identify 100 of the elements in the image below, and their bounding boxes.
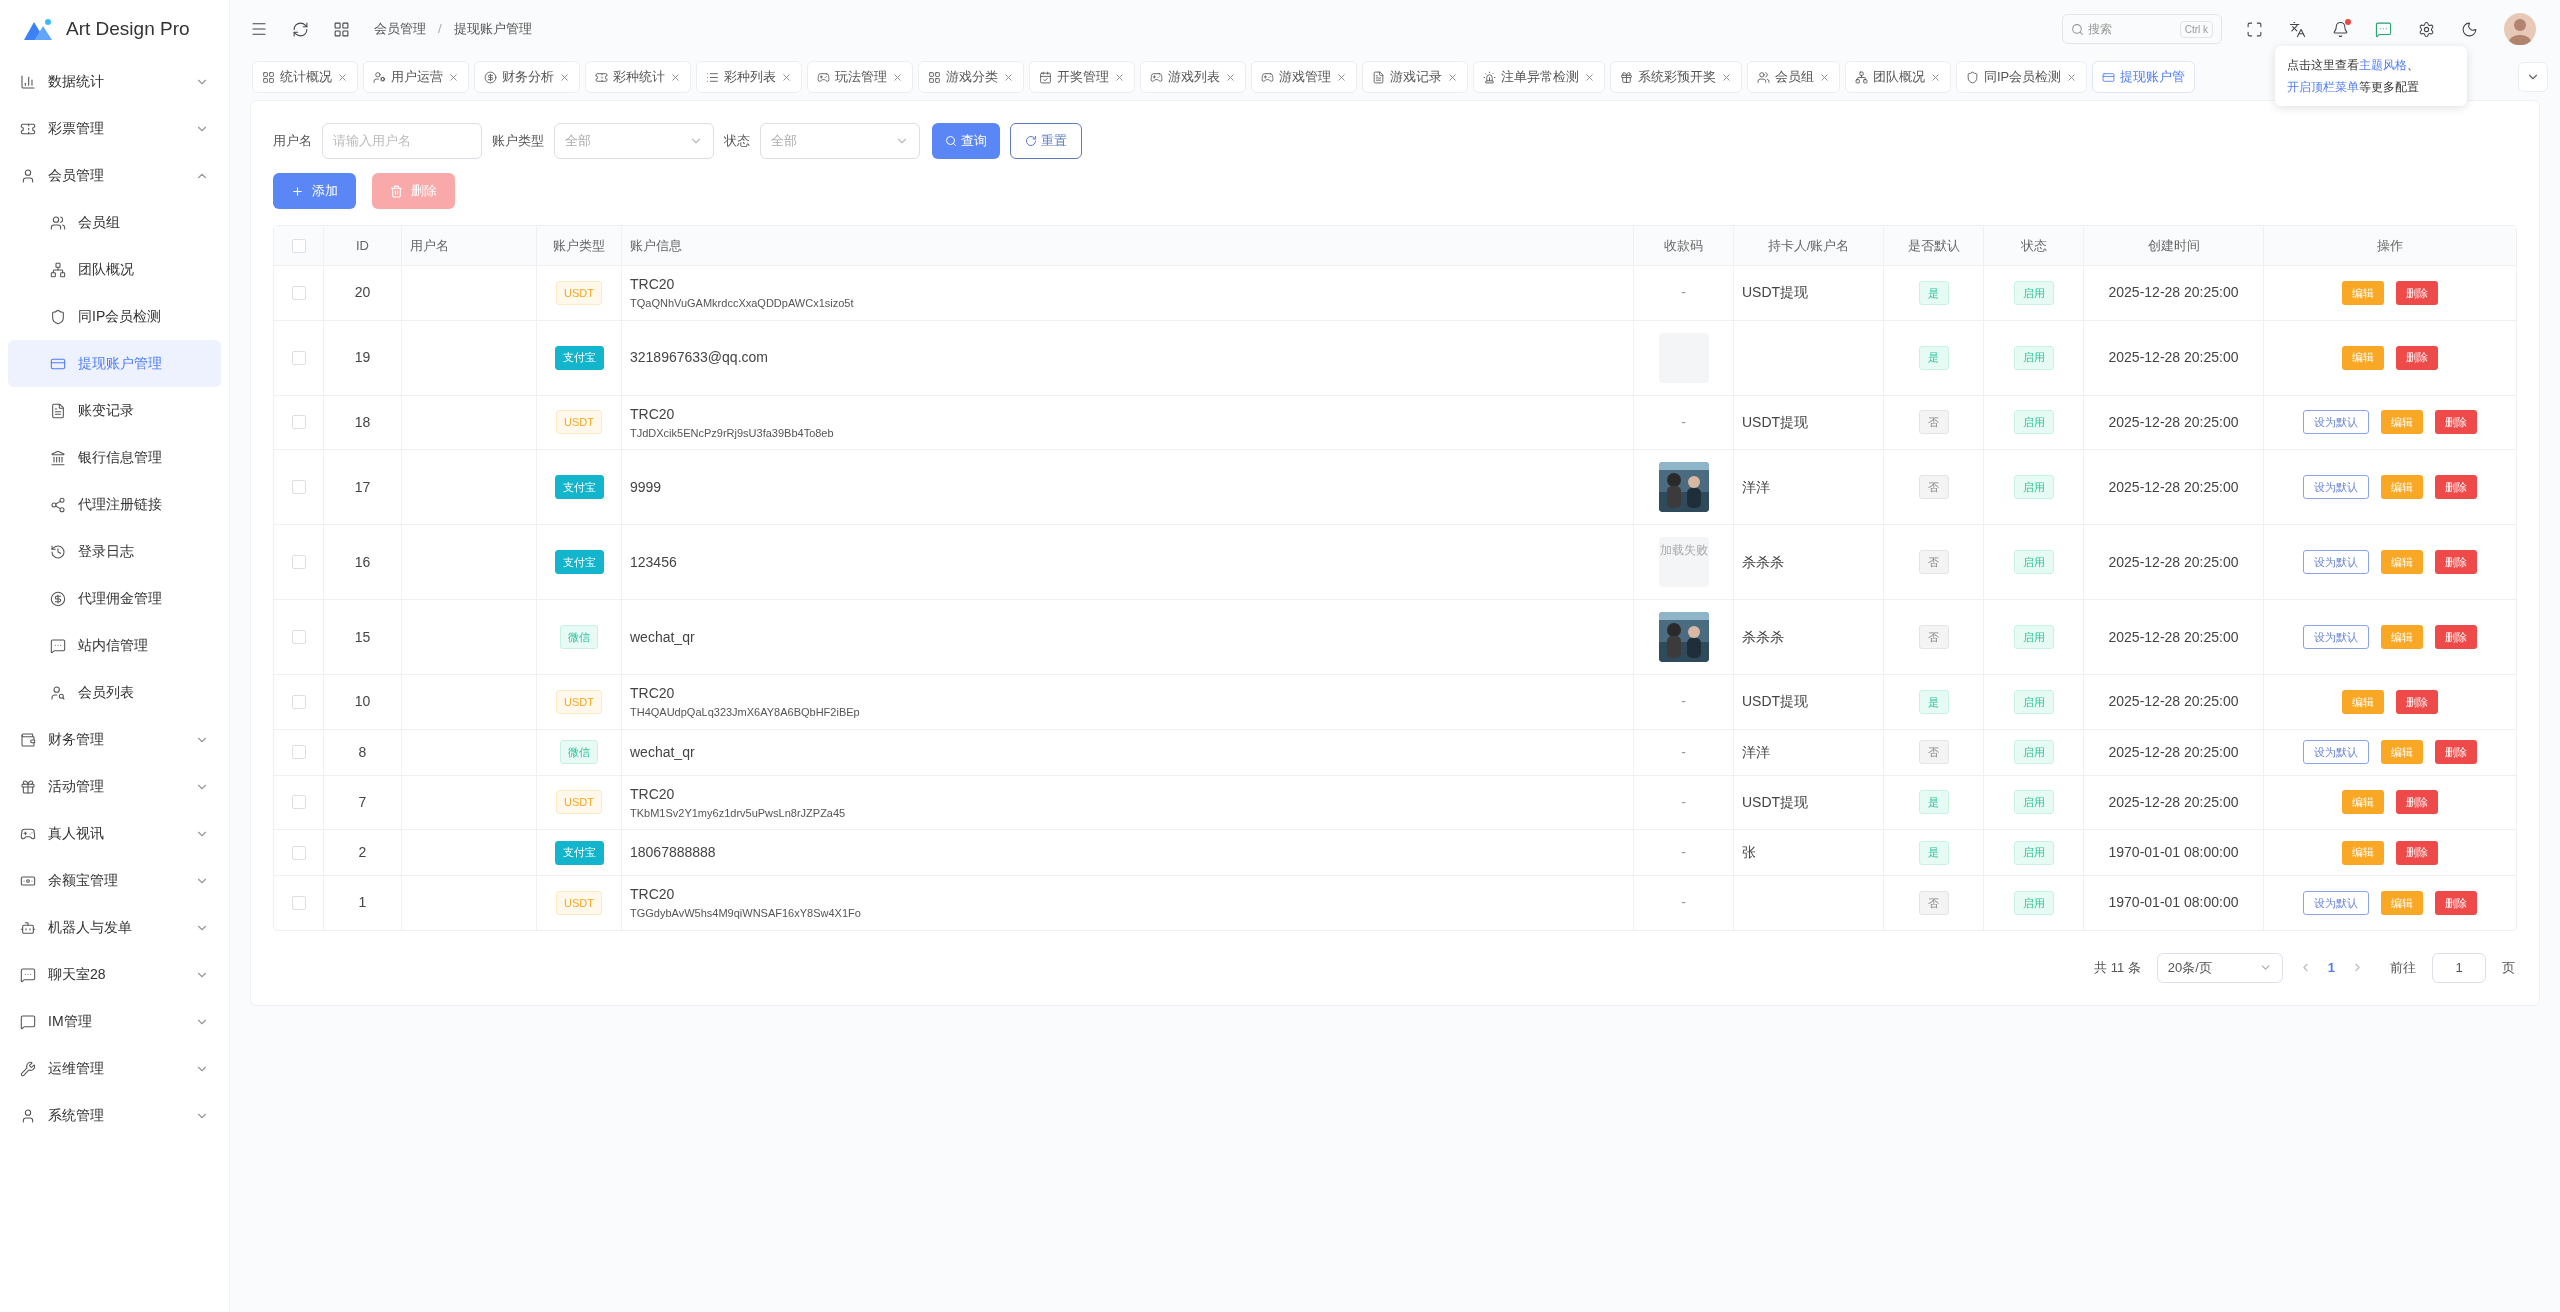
set-default-button[interactable]: 设为默认 [2303, 410, 2369, 435]
submenu-item[interactable]: 会员组 [8, 199, 221, 246]
close-icon[interactable] [559, 71, 570, 83]
menu-item[interactable]: 运维管理 [8, 1045, 221, 1092]
page-tab[interactable]: 游戏列表 [1140, 61, 1246, 93]
close-icon[interactable] [1721, 71, 1732, 83]
close-icon[interactable] [892, 71, 903, 83]
settings-icon[interactable] [2418, 20, 2435, 38]
submenu-item[interactable]: 同IP会员检测 [8, 293, 221, 340]
dark-mode-icon[interactable] [2461, 20, 2478, 38]
close-icon[interactable] [337, 71, 348, 83]
page-tab[interactable]: 会员组 [1747, 61, 1840, 93]
chat-icon[interactable] [2375, 20, 2392, 38]
menu-item[interactable]: 真人视讯 [8, 810, 221, 857]
page-tab[interactable]: 团队概况 [1845, 61, 1951, 93]
checkbox[interactable] [291, 285, 306, 300]
close-icon[interactable] [1114, 71, 1125, 83]
menu-item[interactable]: 会员管理 [8, 152, 221, 199]
set-default-button[interactable]: 设为默认 [2303, 890, 2369, 915]
checkbox[interactable] [291, 745, 306, 759]
menu-item[interactable]: 彩票管理 [8, 105, 221, 152]
page-tab[interactable]: 用户运营 [363, 61, 469, 93]
delete-button[interactable]: 删除 [2435, 475, 2477, 499]
close-icon[interactable] [1584, 71, 1595, 83]
submenu-item[interactable]: 会员列表 [8, 669, 221, 716]
delete-button[interactable]: 删除 [2435, 550, 2477, 574]
menu-item[interactable]: 财务管理 [8, 716, 221, 763]
checkbox[interactable] [291, 845, 306, 860]
page-input[interactable]: 1 [2432, 952, 2486, 983]
menu-item[interactable]: 机器人与发单 [8, 904, 221, 951]
submenu-item[interactable]: 银行信息管理 [8, 434, 221, 481]
close-icon[interactable] [448, 71, 459, 83]
delete-button[interactable]: 删除 [2396, 345, 2438, 370]
close-icon[interactable] [1819, 71, 1830, 83]
page-tab[interactable]: 玩法管理 [807, 61, 913, 93]
menu-icon[interactable] [250, 20, 268, 38]
checkbox[interactable] [291, 480, 306, 494]
fullscreen-icon[interactable] [2246, 20, 2263, 38]
checkbox[interactable] [291, 350, 306, 365]
close-icon[interactable] [1003, 71, 1014, 83]
page-size-select[interactable]: 20条/页 [2156, 952, 2283, 983]
page-tab[interactable]: 同IP会员检测 [1956, 61, 2088, 93]
set-default-button[interactable]: 设为默认 [2303, 475, 2369, 499]
page-tab[interactable]: 注单异常检测 [1473, 61, 1605, 93]
translate-icon[interactable] [2289, 20, 2306, 38]
close-icon[interactable] [1225, 71, 1236, 83]
avatar[interactable] [2504, 13, 2536, 45]
delete-button[interactable]: 删除 [2435, 625, 2477, 649]
menu-item[interactable]: 活动管理 [8, 763, 221, 810]
notification-icon[interactable] [2332, 20, 2349, 38]
delete-button[interactable]: 删除 [2396, 790, 2438, 815]
page-tab[interactable]: 系统彩预开奖 [1610, 61, 1742, 93]
menu-item[interactable]: 聊天室28 [8, 951, 221, 998]
page-number[interactable]: 1 [2327, 957, 2335, 978]
menu-item[interactable]: 系统管理 [8, 1092, 221, 1139]
page-tab[interactable]: 彩种列表 [696, 61, 802, 93]
delete-button[interactable]: 删除 [2396, 840, 2438, 865]
page-tab[interactable]: 提现账户管 [2092, 61, 2196, 93]
set-default-button[interactable]: 设为默认 [2303, 740, 2369, 764]
grid-icon[interactable] [333, 20, 350, 38]
page-tab[interactable]: 财务分析 [474, 61, 580, 93]
page-tab[interactable]: 彩种统计 [585, 61, 691, 93]
close-icon[interactable] [2066, 71, 2078, 83]
checkbox[interactable] [291, 415, 306, 430]
checkbox[interactable] [291, 238, 306, 253]
page-tab[interactable]: 统计概况 [252, 61, 358, 93]
checkbox[interactable] [291, 895, 306, 910]
menu-item[interactable]: 数据统计 [8, 58, 221, 105]
close-icon[interactable] [1336, 71, 1347, 83]
delete-button[interactable]: 删除 [2396, 689, 2438, 714]
reset-button[interactable]: 重置 [1010, 123, 1082, 159]
delete-button[interactable]: 删除 [2435, 890, 2477, 915]
submenu-item[interactable]: 站内信管理 [8, 622, 221, 669]
page-tab[interactable]: 开奖管理 [1029, 61, 1135, 93]
menu-item[interactable]: IM管理 [8, 998, 221, 1045]
close-icon[interactable] [781, 71, 792, 83]
close-icon[interactable] [1447, 71, 1458, 83]
breadcrumb-item[interactable]: 会员管理 [374, 19, 426, 39]
submenu-item[interactable]: 代理佣金管理 [8, 575, 221, 622]
close-icon[interactable] [1930, 71, 1941, 83]
delete-button[interactable]: 删除 [2435, 740, 2477, 764]
set-default-button[interactable]: 设为默认 [2303, 550, 2369, 574]
set-default-button[interactable]: 设为默认 [2303, 625, 2369, 649]
close-icon[interactable] [670, 71, 681, 83]
checkbox[interactable] [291, 555, 306, 569]
checkbox[interactable] [291, 795, 306, 810]
delete-button[interactable]: 删除 [2396, 280, 2438, 305]
checkbox[interactable] [291, 630, 306, 644]
page-tab[interactable]: 游戏管理 [1251, 61, 1357, 93]
delete-button[interactable]: 删除 [2435, 410, 2477, 435]
refresh-icon[interactable] [292, 20, 309, 38]
menu-item[interactable]: 余额宝管理 [8, 857, 221, 904]
submenu-item[interactable]: 提现账户管理 [8, 340, 221, 387]
submenu-item[interactable]: 登录日志 [8, 528, 221, 575]
checkbox[interactable] [291, 694, 306, 709]
submenu-item[interactable]: 账变记录 [8, 387, 221, 434]
submenu-item[interactable]: 代理注册链接 [8, 481, 221, 528]
submenu-item[interactable]: 团队概况 [8, 246, 221, 293]
page-tab[interactable]: 游戏记录 [1362, 61, 1468, 93]
page-tab[interactable]: 游戏分类 [918, 61, 1024, 93]
